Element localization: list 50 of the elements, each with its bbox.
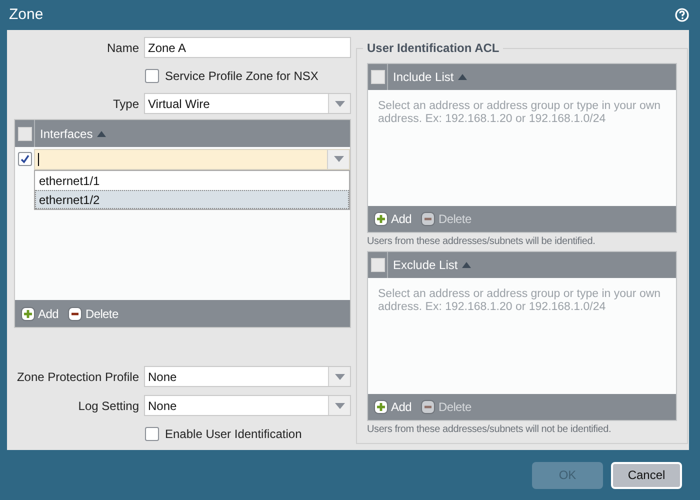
dropdown-toggle[interactable] — [328, 367, 350, 386]
dropdown-toggle[interactable] — [328, 396, 350, 415]
minus-icon — [421, 212, 436, 226]
column-header[interactable]: Interfaces — [35, 124, 106, 142]
caret-icon — [334, 100, 344, 106]
sort-ascending-icon — [458, 74, 467, 80]
checkbox-label: Service Profile Zone for NSX — [165, 68, 318, 84]
dialog-button[interactable]: Cancel — [611, 462, 682, 488]
select-field[interactable]: None — [144, 366, 351, 387]
add-button[interactable]: Add — [374, 398, 412, 416]
window-title: Zone — [9, 4, 44, 25]
caret-icon — [334, 402, 344, 408]
checkbox-label: Enable User Identification — [165, 426, 302, 443]
select-field[interactable]: None — [144, 395, 351, 416]
field-label: Type — [112, 96, 139, 112]
field-label: Zone Protection Profile — [16, 368, 139, 386]
group-title: User Identification ACL — [366, 40, 500, 57]
field-label: Name — [106, 40, 139, 56]
caret-icon — [334, 156, 344, 162]
list-hint: Select an address or address group or type in your own address. Ex: 192.168.1.20 or 192.168.1.0/24 — [378, 288, 662, 314]
plus-icon — [21, 306, 35, 320]
sort-ascending-icon — [96, 130, 106, 136]
plus-icon — [374, 400, 388, 414]
dropdown-toggle[interactable] — [328, 94, 350, 113]
select-field[interactable]: Virtual Wire — [144, 93, 351, 114]
delete-button[interactable]: Delete — [68, 304, 118, 322]
minus-icon — [68, 306, 82, 320]
field-label: Log Setting — [77, 398, 139, 414]
sort-ascending-icon — [462, 262, 471, 268]
dropdown-option[interactable]: ethernet1/2 — [35, 190, 349, 209]
plus-icon — [374, 212, 388, 226]
add-button[interactable]: Add — [21, 304, 58, 322]
list-hint: Select an address or address group or type in your own address. Ex: 192.168.1.20 or 192.168.1.0/24 — [378, 100, 662, 126]
minus-icon — [421, 400, 436, 414]
checkbox[interactable] — [145, 68, 159, 82]
checkbox[interactable] — [145, 427, 159, 441]
dropdown-option[interactable]: ethernet1/1 — [35, 171, 349, 190]
caret-icon — [334, 374, 344, 380]
interface-input[interactable] — [34, 148, 350, 170]
name-input[interactable]: Zone A — [144, 37, 351, 58]
dropdown-toggle[interactable] — [327, 150, 349, 168]
list-note: Users from these addresses/subnets will be identified. — [367, 235, 596, 249]
help-icon[interactable] — [675, 8, 689, 22]
column-header[interactable]: Include List — [388, 68, 467, 86]
add-button[interactable]: Add — [374, 210, 412, 228]
column-header[interactable]: Exclude List — [388, 256, 471, 274]
checkmark-icon — [20, 154, 30, 164]
list-note: Users from these addresses/subnets will not be identified. — [367, 423, 612, 437]
checkbox[interactable] — [18, 152, 32, 166]
text-cursor — [38, 152, 39, 166]
